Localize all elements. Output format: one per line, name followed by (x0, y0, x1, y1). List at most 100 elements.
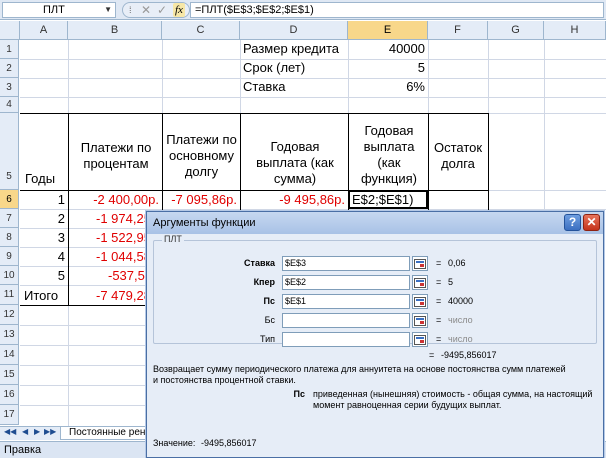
interest-cell[interactable]: -1 044,58 (96, 248, 146, 266)
pv-arg-result: 40000 (448, 296, 474, 306)
help-button[interactable]: ? (564, 214, 581, 231)
formula-result: -9495,856017 (441, 350, 497, 360)
first-sheet-icon[interactable]: ◀◀ (4, 427, 16, 436)
enter-icon[interactable]: ✓ (157, 3, 167, 17)
type-arg-input[interactable] (282, 332, 410, 347)
row-header-16[interactable]: 16 (0, 385, 19, 405)
interest-cell[interactable]: -1 974,25 (96, 210, 146, 228)
row-header-1[interactable]: 1 (0, 40, 19, 59)
collapse-dialog-icon[interactable] (412, 313, 428, 328)
year-cell[interactable]: 4 (20, 248, 68, 266)
pv-arg-label: Пс (263, 296, 275, 306)
prev-sheet-icon[interactable]: ◀ (22, 427, 28, 436)
row-header-14[interactable]: 14 (0, 345, 19, 365)
column-header-g[interactable]: G (488, 21, 544, 40)
nper-arg-input[interactable]: $E$2 (282, 275, 410, 290)
year-cell[interactable]: 1 (20, 191, 68, 209)
principal-cell[interactable]: -7 095,86р. (162, 191, 240, 209)
type-arg-label: Тип (259, 334, 275, 344)
principal-header-cell[interactable]: Платежи по основному долгу (164, 114, 239, 190)
row-header-17[interactable]: 17 (0, 405, 19, 425)
row-header-9[interactable]: 9 (0, 247, 19, 266)
row-header-2[interactable]: 2 (0, 59, 19, 78)
select-all-corner[interactable] (0, 21, 20, 40)
equals-sign: = (429, 350, 435, 360)
interest-cell[interactable]: -537,50 (108, 267, 146, 285)
annual-sum-header-cell[interactable]: Годовая выплата (как сумма) (244, 114, 346, 190)
next-sheet-icon[interactable]: ▶ (34, 427, 40, 436)
column-header-h[interactable]: H (544, 21, 606, 40)
column-header-f[interactable]: F (428, 21, 488, 40)
formula-buttons: ⁞ ✕ ✓ fx (122, 2, 190, 18)
close-button[interactable]: ✕ (583, 214, 600, 231)
fv-arg-label: Бс (264, 315, 275, 325)
annual-sum-cell[interactable]: -9 495,86р. (240, 191, 348, 209)
interest-cell[interactable]: -2 400,00р. (68, 191, 162, 209)
insert-function-icon[interactable]: fx (173, 3, 185, 17)
row-header-3[interactable]: 3 (0, 78, 19, 97)
years-header-cell[interactable]: Годы (20, 114, 68, 190)
total-label-cell[interactable]: Итого (24, 287, 68, 305)
year-cell[interactable]: 2 (20, 210, 68, 228)
rate-arg-label: Ставка (244, 258, 275, 268)
year-cell[interactable]: 3 (20, 229, 68, 247)
row-header-10[interactable]: 10 (0, 266, 19, 285)
loan-value-cell[interactable]: 40000 (348, 40, 428, 59)
formula-bar: ПЛТ ▼ ⁞ ✕ ✓ fx =ПЛТ($E$3;$E$2;$E$1) (0, 0, 606, 20)
rate-arg-input[interactable]: $E$3 (282, 256, 410, 271)
nper-arg-result: 5 (448, 277, 454, 287)
arg-description: приведенная (нынешняя) стоимость - общая… (313, 389, 593, 410)
dialog-title[interactable]: Аргументы функции (147, 212, 603, 234)
fv-arg-input[interactable] (282, 313, 410, 328)
cancel-icon[interactable]: ✕ (141, 3, 151, 17)
column-header-b[interactable]: B (68, 21, 162, 40)
function-description: Возвращает сумму периодического платежа … (153, 364, 566, 385)
row-header-11[interactable]: 11 (0, 285, 19, 305)
total-interest-cell[interactable]: -7 479,28 (96, 287, 146, 305)
arg-name: Пс (293, 389, 305, 399)
row-header-6[interactable]: 6 (0, 190, 19, 209)
collapse-dialog-icon[interactable] (412, 294, 428, 309)
sheet-tab[interactable]: Постоянные рент (60, 427, 148, 440)
balance-header-cell[interactable]: Остаток долга (430, 114, 486, 190)
pv-arg-input[interactable]: $E$1 (282, 294, 410, 309)
function-arguments-dialog: Аргументы функции ? ✕ ПЛТ Ставка $E$3 = … (146, 211, 604, 458)
chevron-down-icon[interactable]: ▼ (104, 3, 112, 17)
year-cell[interactable]: 5 (20, 267, 68, 285)
loan-label-cell[interactable]: Размер кредита (243, 40, 347, 59)
row-header-12[interactable]: 12 (0, 305, 19, 325)
column-header-c[interactable]: C (162, 21, 240, 40)
collapse-dialog-icon[interactable] (412, 332, 428, 347)
equals-sign: = (436, 296, 442, 306)
interest-cell[interactable]: -1 522,95 (96, 229, 146, 247)
term-label-cell[interactable]: Срок (лет) (243, 59, 347, 78)
name-box[interactable]: ПЛТ ▼ (2, 2, 116, 18)
collapse-dialog-icon[interactable] (412, 256, 428, 271)
rate-label-cell[interactable]: Ставка (243, 78, 347, 97)
collapse-dialog-icon[interactable] (412, 275, 428, 290)
row-header-4[interactable]: 4 (0, 97, 19, 113)
rate-arg-result: 0,06 (448, 258, 466, 268)
term-value-cell[interactable]: 5 (348, 59, 428, 78)
column-header-e[interactable]: E (348, 21, 428, 40)
formula-input[interactable]: =ПЛТ($E$3;$E$2;$E$1) (190, 2, 604, 18)
sheet-tab-bar: ◀◀ ◀ ▶ ▶▶ Постоянные рент (0, 426, 148, 440)
column-header-a[interactable]: A (20, 21, 68, 40)
interest-header-cell[interactable]: Платежи по процентам (72, 114, 160, 190)
equals-sign: = (436, 277, 442, 287)
rate-value-cell[interactable]: 6% (348, 78, 428, 97)
last-sheet-icon[interactable]: ▶▶ (44, 427, 56, 436)
type-arg-result: число (448, 334, 473, 344)
row-header-5[interactable]: 5 (0, 113, 19, 190)
nper-arg-label: Кпер (253, 277, 275, 287)
row-header-8[interactable]: 8 (0, 228, 19, 247)
active-cell-editor[interactable]: E$2;$E$1) (348, 190, 428, 209)
row-header-15[interactable]: 15 (0, 365, 19, 385)
row-header-13[interactable]: 13 (0, 325, 19, 345)
column-header-d[interactable]: D (240, 21, 348, 40)
arguments-group: ПЛТ Ставка $E$3 = 0,06 Кпер $E$2 = 5 Пс … (153, 234, 597, 347)
value-label: Значение: (153, 438, 196, 448)
row-header-7[interactable]: 7 (0, 209, 19, 228)
options-dots-icon: ⁞ (129, 5, 132, 15)
annual-func-header-cell[interactable]: Годовая выплата (как функция) (352, 114, 426, 190)
